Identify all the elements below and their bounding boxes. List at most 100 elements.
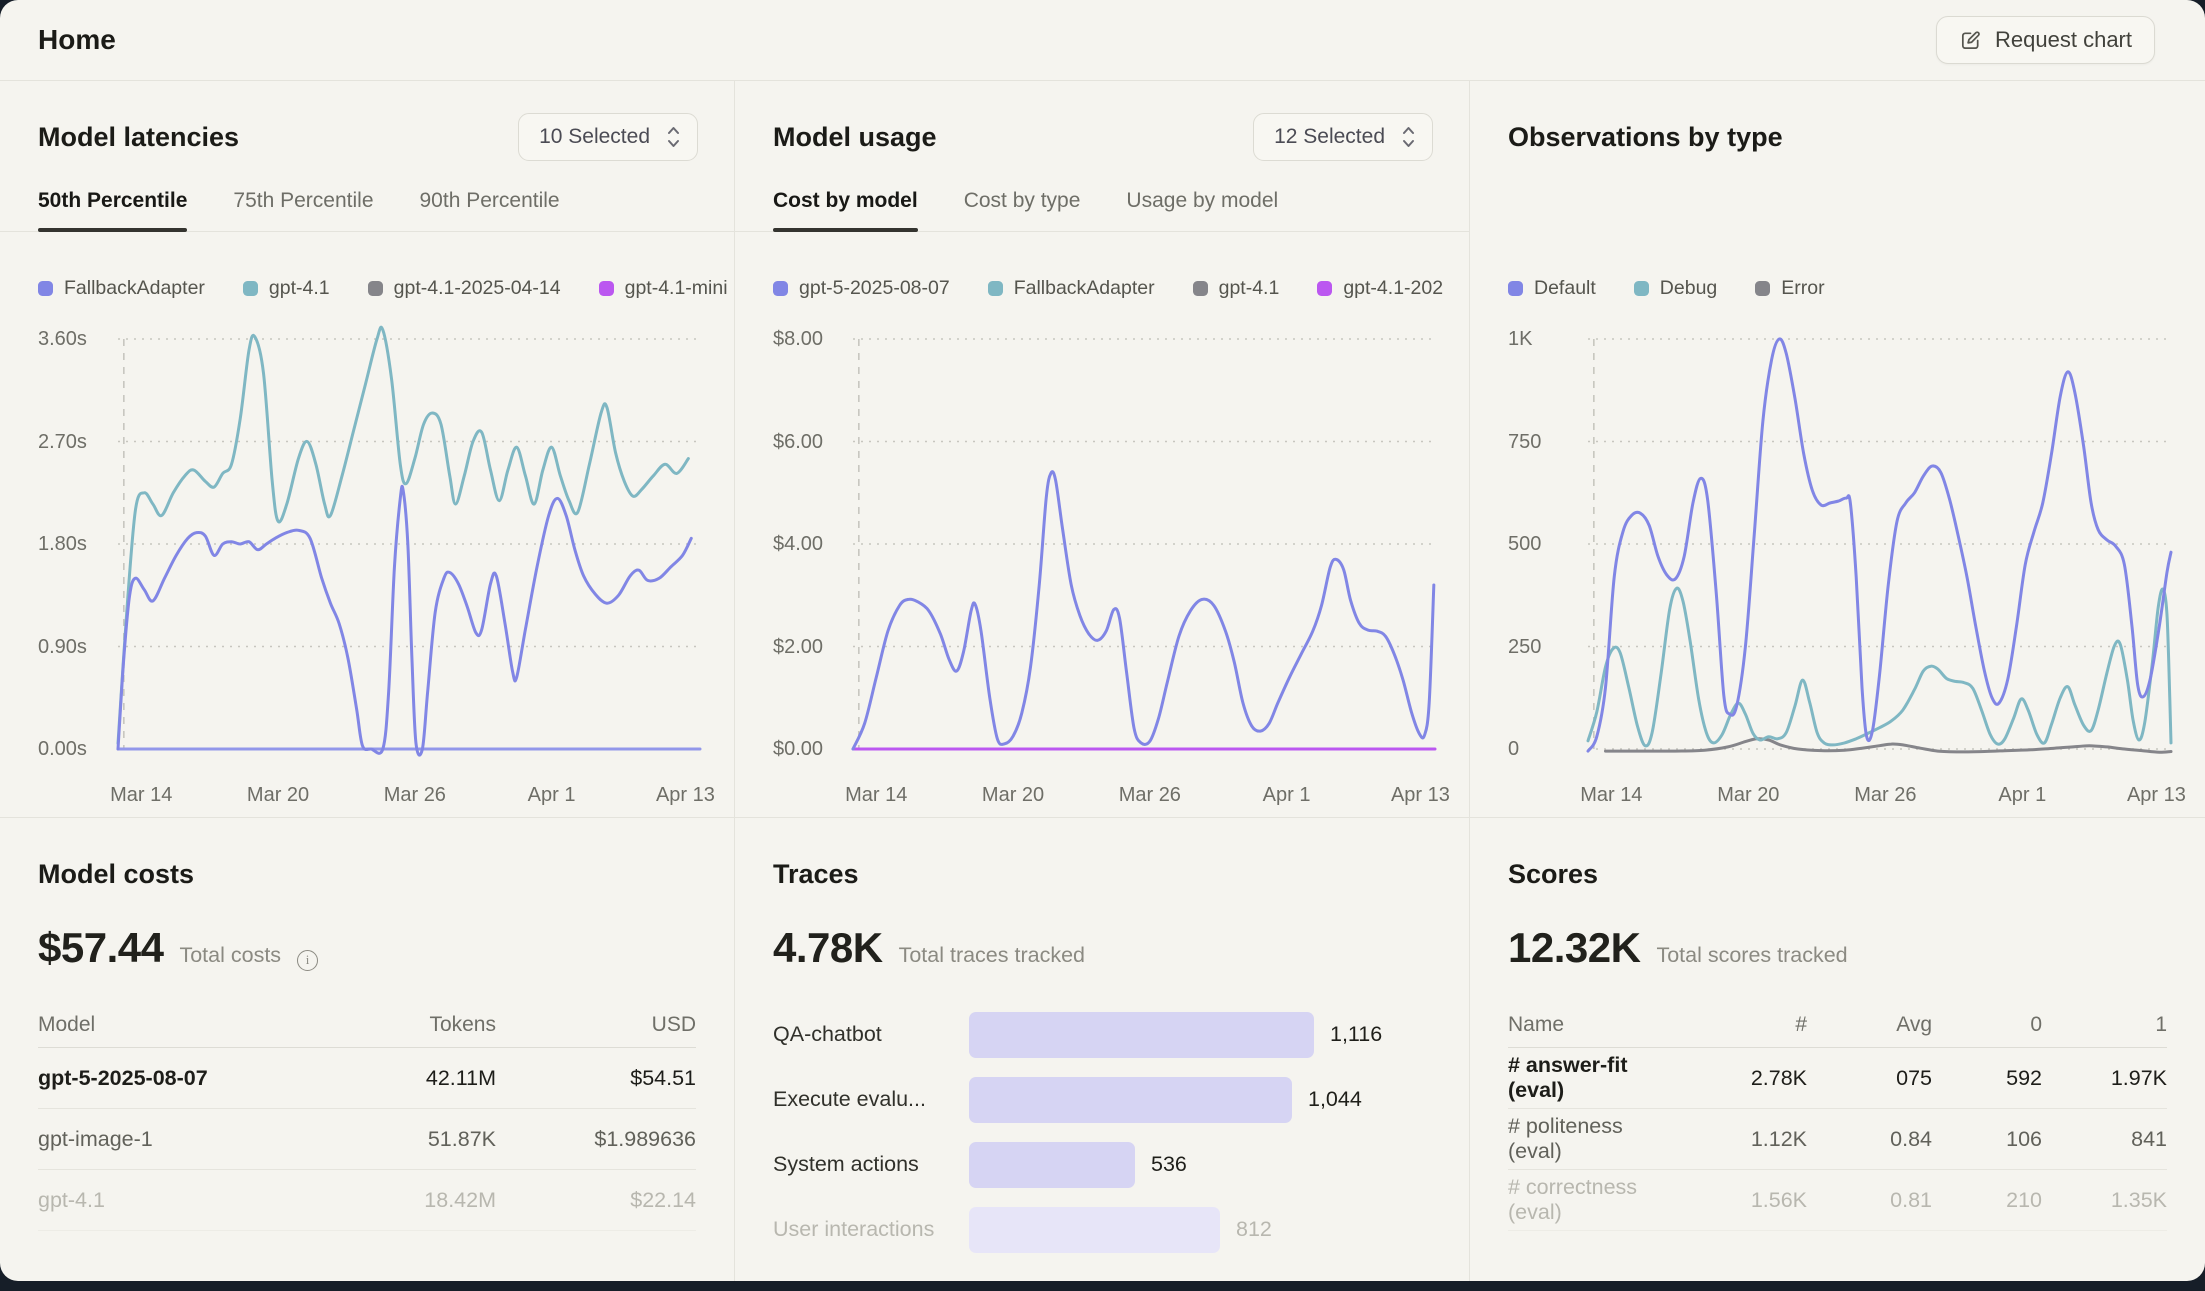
y-axis-tick-label: 750	[1508, 431, 1580, 453]
x-axis-labels: Mar 14Mar 20Mar 26Apr 1Apr 13	[118, 779, 700, 807]
legend-label: gpt-4.1-2025-04-14	[394, 277, 561, 300]
tab-50th-percentile[interactable]: 50th Percentile	[38, 189, 187, 231]
trace-label: QA-chatbot	[773, 1022, 969, 1047]
trace-bar-row: Execute evalu...1,044	[773, 1067, 1431, 1132]
legend-label: Error	[1781, 277, 1824, 300]
trace-label: Execute evalu...	[773, 1087, 969, 1112]
y-axis-tick-label: $2.00	[773, 636, 845, 658]
row-value: 106	[1932, 1127, 2042, 1152]
latency-percentile-tabs: 50th Percentile 75th Percentile 90th Perce…	[0, 189, 734, 232]
y-axis-tick-label: 500	[1508, 533, 1580, 555]
panel-observations-by-type: Observations by type DefaultDebugError 1…	[1470, 81, 2205, 818]
trace-value: 536	[1151, 1152, 1187, 1177]
model-selector[interactable]: 12 Selected	[1253, 113, 1433, 161]
y-axis-tick-label: 0.90s	[38, 636, 110, 658]
info-icon[interactable]: i	[297, 950, 318, 971]
row-value: 2.78K	[1682, 1066, 1807, 1091]
legend-swatch	[1193, 281, 1208, 296]
model-selector[interactable]: 10 Selected	[518, 113, 698, 161]
legend-item-gpt-4-1-2025-04-14[interactable]: gpt-4.1-2025-04-14	[368, 277, 561, 300]
y-axis-tick-label: 2.70s	[38, 431, 110, 453]
legend-item-gpt-5-2025-08-07[interactable]: gpt-5-2025-08-07	[773, 277, 950, 300]
row-label: # correctness (eval)	[1508, 1175, 1682, 1225]
trace-bar-row: System actions536	[773, 1132, 1431, 1197]
row-value: 0.84	[1807, 1127, 1932, 1152]
trace-bar	[969, 1207, 1220, 1253]
legend-item-gpt-4-1[interactable]: gpt-4.1	[243, 277, 330, 300]
legend-label: Debug	[1660, 277, 1717, 300]
column-header-avg: Avg	[1807, 1013, 1932, 1037]
chevron-up-down-icon	[1401, 124, 1416, 150]
plot-area	[118, 339, 700, 749]
panel-title: Scores	[1508, 859, 1598, 890]
legend-label: gpt-5-2025-08-07	[799, 277, 950, 300]
y-axis-tick-label: $4.00	[773, 533, 845, 555]
legend-item-fallbackadapter[interactable]: FallbackAdapter	[38, 277, 205, 300]
column-header-#: #	[1682, 1013, 1807, 1037]
tab-90th-percentile[interactable]: 90th Percentile	[420, 189, 560, 231]
tab-cost-by-model[interactable]: Cost by model	[773, 189, 918, 231]
column-header-0: 0	[1932, 1013, 2042, 1037]
scores-table: Name#Avg01# answer-fit (eval)2.78K075592…	[1508, 1002, 2167, 1231]
observations-chart: 1K7505002500Mar 14Mar 20Mar 26Apr 1Apr 1…	[1508, 333, 2171, 807]
costs-table-header: ModelTokensUSD	[38, 1002, 696, 1048]
x-axis-tick-label: Mar 14	[1580, 784, 1642, 807]
legend-label: gpt-4.1-202	[1343, 277, 1443, 300]
y-axis-tick-label: 250	[1508, 636, 1580, 658]
legend-item-debug[interactable]: Debug	[1634, 277, 1717, 300]
x-axis-tick-label: Mar 26	[1854, 784, 1916, 807]
legend-item-error[interactable]: Error	[1755, 277, 1824, 300]
dashboard-grid: Model latencies 10 Selected 50th Percent…	[0, 81, 2205, 1281]
x-axis-tick-label: Mar 20	[982, 784, 1044, 807]
page-header: Home Request chart	[0, 0, 2205, 81]
row-value: 210	[1932, 1188, 2042, 1213]
line-series-gpt-5-2025-08-07	[853, 472, 1434, 749]
y-axis-tick-label: 0	[1508, 738, 1580, 760]
total-scores-caption: Total scores tracked	[1656, 943, 1847, 968]
x-axis-tick-label: Apr 1	[1263, 784, 1311, 807]
trace-bar-row: User interactions812	[773, 1197, 1431, 1262]
row-value: $22.14	[496, 1188, 696, 1213]
x-axis-tick-label: Apr 13	[1391, 784, 1450, 807]
column-header-usd: USD	[496, 1013, 696, 1037]
traces-bar-chart: QA-chatbot1,116Execute evalu...1,044Syst…	[773, 1002, 1431, 1262]
row-label: # politeness (eval)	[1508, 1114, 1682, 1164]
legend-swatch	[1634, 281, 1649, 296]
tab-usage-by-model[interactable]: Usage by model	[1126, 189, 1278, 231]
legend-item-gpt-4-1-202[interactable]: gpt-4.1-202	[1317, 277, 1443, 300]
tab-75th-percentile[interactable]: 75th Percentile	[233, 189, 373, 231]
panel-title: Observations by type	[1508, 122, 1783, 153]
selector-value: 12 Selected	[1274, 125, 1385, 149]
legend-item-fallbackadapter[interactable]: FallbackAdapter	[988, 277, 1155, 300]
legend-swatch	[243, 281, 258, 296]
row-label: gpt-5-2025-08-07	[38, 1066, 296, 1091]
table-row: # correctness (eval)1.56K0.812101.35K	[1508, 1170, 2167, 1231]
column-header-name: Name	[1508, 1013, 1682, 1037]
total-traces-value: 4.78K	[773, 924, 883, 972]
page-title: Home	[38, 24, 116, 56]
legend-swatch	[1755, 281, 1770, 296]
line-series-fallbackadapter	[118, 486, 691, 755]
row-value: $54.51	[496, 1066, 696, 1091]
table-row: gpt-image-151.87K$1.989636	[38, 1109, 696, 1170]
column-header-model: Model	[38, 1013, 296, 1037]
legend-item-gpt-4-1-mini[interactable]: gpt-4.1-mini	[599, 277, 728, 300]
tab-cost-by-type[interactable]: Cost by type	[964, 189, 1081, 231]
plot-area	[1588, 339, 2171, 749]
trace-bar	[969, 1142, 1135, 1188]
request-chart-button[interactable]: Request chart	[1936, 16, 2155, 64]
total-scores-value: 12.32K	[1508, 924, 1640, 972]
legend-swatch	[1508, 281, 1523, 296]
row-value: 1.97K	[2042, 1066, 2167, 1091]
row-value: 592	[1932, 1066, 2042, 1091]
legend-item-default[interactable]: Default	[1508, 277, 1596, 300]
row-value: 0.81	[1807, 1188, 1932, 1213]
column-header-1: 1	[2042, 1013, 2167, 1037]
observations-legend: Default Debug Error	[1508, 277, 2175, 300]
row-value: 18.42M	[296, 1188, 496, 1213]
total-costs-caption: Total costs	[179, 943, 281, 968]
legend-label: FallbackAdapter	[64, 277, 205, 300]
x-axis-tick-label: Apr 13	[656, 784, 715, 807]
legend-item-gpt-4-1[interactable]: gpt-4.1	[1193, 277, 1280, 300]
scores-table-header: Name#Avg01	[1508, 1002, 2167, 1048]
